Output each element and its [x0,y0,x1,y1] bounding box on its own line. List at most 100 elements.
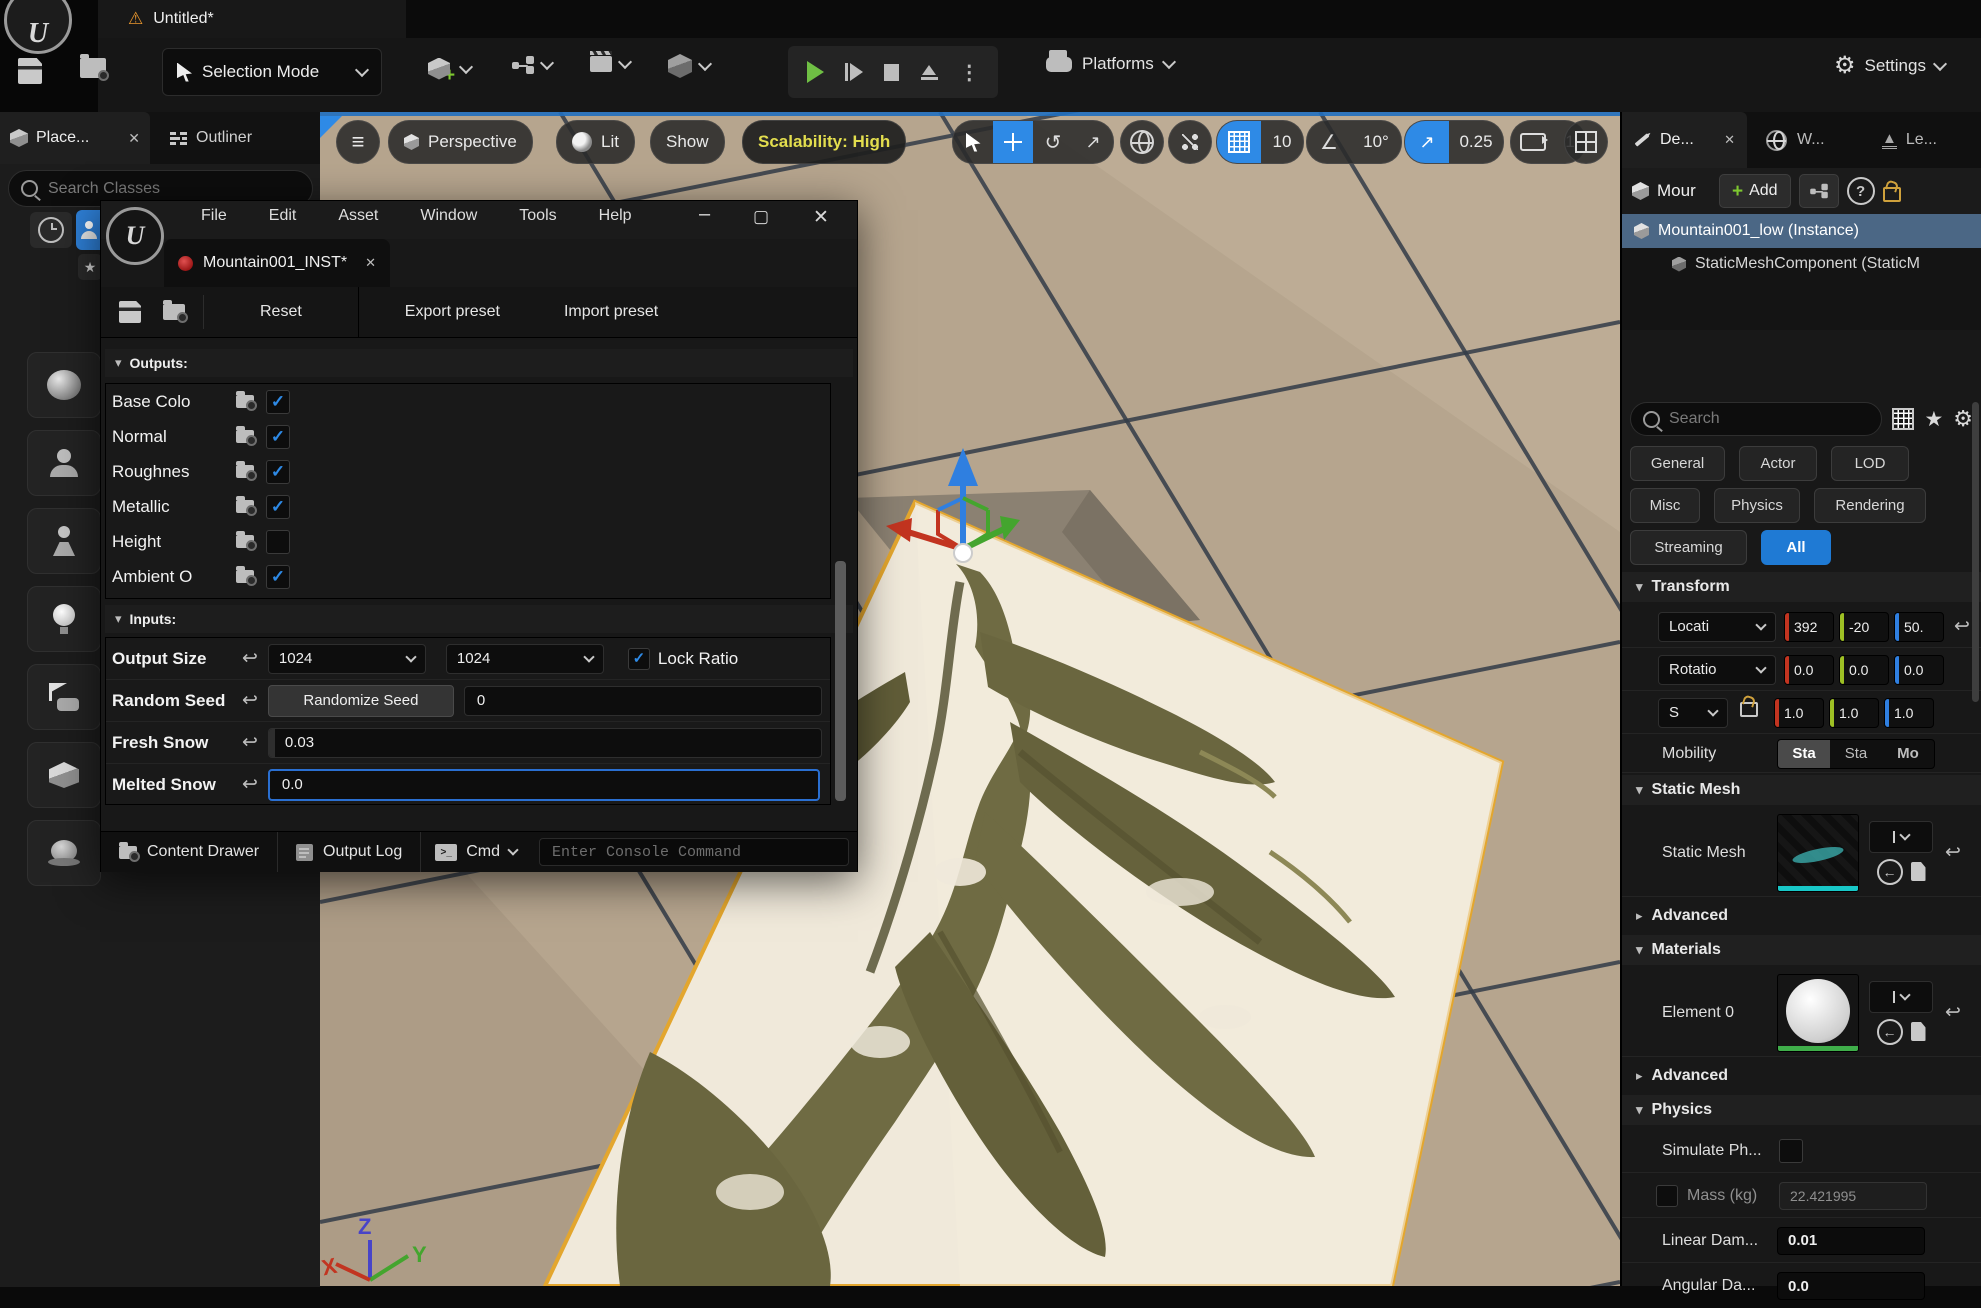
output-checkbox[interactable]: ✓ [266,390,290,414]
rotate-tool[interactable]: ↺ [1033,121,1073,163]
output-checkbox[interactable]: ✓ [266,425,290,449]
reset-to-default-icon[interactable]: ↩ [242,649,258,668]
filter-all[interactable]: All [1761,530,1831,565]
save-button[interactable] [18,58,42,84]
mobility-stationary[interactable]: Sta [1830,740,1882,768]
menu-window[interactable]: Window [416,207,481,225]
tab-world-settings[interactable]: W... [1752,112,1867,168]
browse-icon[interactable] [236,535,254,548]
move-tool[interactable] [993,121,1033,163]
inputs-header[interactable]: ▾ Inputs: [105,605,853,633]
unreal-logo[interactable]: U [4,0,72,54]
edit-blueprint-button[interactable] [1799,174,1839,208]
filter-lod[interactable]: LOD [1831,446,1909,481]
platforms-dropdown[interactable]: Platforms [1046,54,1174,74]
browse-to-asset-icon[interactable] [1911,1022,1926,1041]
filter-rendering[interactable]: Rendering [1814,488,1926,523]
output-size-width-dropdown[interactable]: 1024 [268,644,426,674]
basic-category-button[interactable] [76,210,102,250]
material-asset-dropdown[interactable] [1869,981,1933,1013]
category-lights[interactable] [27,586,101,652]
random-seed-field[interactable]: 0 [464,686,822,716]
filter-physics[interactable]: Physics [1714,488,1800,523]
selection-mode-dropdown[interactable]: Selection Mode [162,48,382,96]
quick-add-button[interactable] [668,54,710,78]
scale-y-field[interactable]: 1.0 [1829,698,1879,728]
tab-outliner[interactable]: Outliner [158,112,320,164]
mobility-static[interactable]: Sta [1778,740,1830,768]
lock-ratio-checkbox[interactable]: ✓ [628,648,650,670]
output-log-button[interactable]: Output Log [278,832,420,872]
reset-to-default-icon[interactable]: ↩ [242,775,258,794]
asset-tab-close-icon[interactable]: ✕ [365,255,376,271]
surface-snap-button[interactable] [1168,120,1212,164]
window-maximize-button[interactable]: ▢ [753,207,769,227]
materials-advanced[interactable]: ▸ Advanced [1622,1061,1981,1091]
add-actor-button[interactable]: + [428,52,471,85]
console-command-input[interactable]: Enter Console Command [539,838,849,866]
recently-placed-button[interactable] [30,212,72,248]
material-thumbnail[interactable] [1777,974,1859,1052]
play-options-icon[interactable]: ⋮ [959,60,979,85]
asset-tab[interactable]: Mountain001_INST* ✕ [164,239,390,287]
angular-damping-field[interactable]: 0.0 [1777,1272,1925,1300]
outputs-header[interactable]: ▾ Outputs: [105,349,853,377]
eject-icon[interactable] [921,65,938,80]
close-icon[interactable]: ✕ [128,130,140,147]
reset-location-icon[interactable]: ↩ [1954,617,1970,636]
reset-button[interactable]: Reset [204,303,358,321]
favorites-star-icon[interactable]: ★ [1924,407,1943,432]
save-asset-icon[interactable] [119,301,141,323]
maximize-viewport-button[interactable] [1564,120,1608,164]
use-selected-asset-icon[interactable]: ← [1877,1019,1903,1045]
category-gameplay[interactable] [27,664,101,730]
physics-section-header[interactable]: ▾ Physics [1622,1095,1981,1125]
category-basic[interactable] [27,508,101,574]
tab-levels[interactable]: ▲ Le... [1870,112,1981,168]
spinner-nub[interactable] [269,729,275,757]
reset-static-mesh-icon[interactable]: ↩ [1945,843,1961,862]
favorites-button[interactable]: ★ [78,254,102,280]
filter-actor[interactable]: Actor [1739,446,1817,481]
rotation-x-field[interactable]: 0.0 [1784,655,1834,685]
output-checkbox[interactable]: ✓ [266,495,290,519]
scale-snap-value[interactable]: 0.25 [1449,121,1503,163]
details-search-input[interactable]: Search [1630,402,1882,436]
content-drawer-button[interactable]: Content Drawer [101,832,277,872]
browse-icon[interactable] [236,570,254,583]
help-icon[interactable]: ? [1847,177,1875,205]
scale-z-field[interactable]: 1.0 [1884,698,1934,728]
world-local-toggle[interactable] [1120,120,1164,164]
viewport-menu-button[interactable]: ≡ [336,120,380,164]
output-checkbox[interactable] [266,530,290,554]
randomize-seed-button[interactable]: Randomize Seed [268,685,454,717]
stop-icon[interactable] [884,64,899,81]
menu-file[interactable]: File [197,207,231,225]
show-dropdown[interactable]: Show [650,120,725,164]
menu-asset[interactable]: Asset [334,207,382,225]
lit-dropdown[interactable]: Lit [556,120,635,164]
simulate-physics-checkbox[interactable] [1779,1139,1803,1163]
static-mesh-thumbnail[interactable] [1777,814,1859,892]
transform-section-header[interactable]: ▾ Transform [1622,572,1981,602]
tab-place-actors[interactable]: Place... ✕ [0,112,150,164]
details-scrollbar[interactable] [1972,402,1979,702]
browse-icon[interactable] [236,500,254,513]
add-component-button[interactable]: + Add [1719,174,1791,208]
scale-snap-toggle[interactable]: ↗ [1405,121,1449,163]
export-preset-button[interactable]: Export preset [359,303,546,321]
close-icon[interactable]: ✕ [1724,132,1735,148]
display-options-icon[interactable] [1892,408,1914,430]
details-settings-icon[interactable]: ⚙ [1953,406,1973,432]
location-x-field[interactable]: 392 [1784,612,1834,642]
cmd-dropdown[interactable]: >_ Cmd [421,832,531,872]
menu-tools[interactable]: Tools [515,207,560,225]
static-mesh-section-header[interactable]: ▾ Static Mesh [1622,775,1981,805]
window-minimize-button[interactable]: – [699,203,710,226]
rotation-z-field[interactable]: 0.0 [1894,655,1944,685]
menu-help[interactable]: Help [595,207,636,225]
output-size-height-dropdown[interactable]: 1024 [446,644,604,674]
materials-section-header[interactable]: ▾ Materials [1622,935,1981,965]
perspective-dropdown[interactable]: Perspective [388,120,533,164]
output-checkbox[interactable]: ✓ [266,565,290,589]
